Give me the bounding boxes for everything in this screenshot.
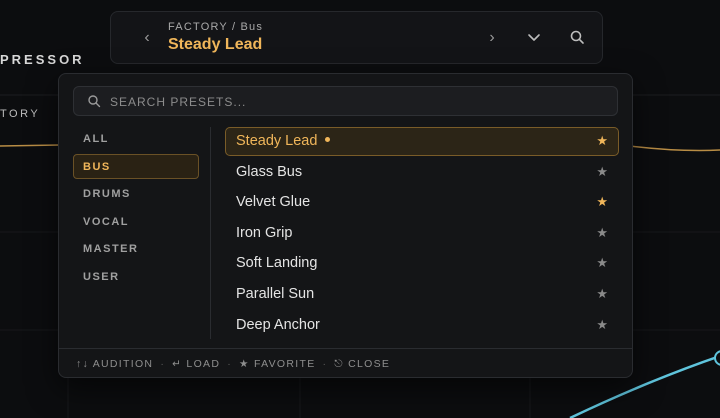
star-icon[interactable]: ★ [596, 317, 608, 333]
preset-row-soft-landing[interactable]: Soft Landing ★ [225, 249, 619, 278]
hint-close: ⎋ CLOSE [334, 358, 391, 370]
hint-favorite: ★ FAVORITE [239, 358, 316, 370]
curve-handle [714, 350, 720, 366]
chevron-down-icon[interactable] [526, 29, 542, 45]
plugin-title: PRESSOR [0, 52, 85, 67]
star-icon[interactable]: ★ [596, 164, 608, 180]
hint-load: ↵ LOAD [172, 358, 221, 370]
preset-browser-panel: ALL BUS DRUMS VOCAL MASTER USER Steady L… [58, 73, 633, 378]
section-label: TORY [0, 108, 41, 120]
preset-label: Glass Bus [236, 163, 303, 180]
preset-search-box[interactable] [73, 86, 618, 117]
preset-list: Steady Lead ★ Glass Bus ★ Velvet Glue ★ … [225, 127, 619, 341]
category-master[interactable]: MASTER [73, 236, 199, 261]
threshold-line-right [629, 145, 720, 152]
hint-separator: · [227, 358, 233, 370]
category-vocal[interactable]: VOCAL [73, 209, 199, 234]
star-icon[interactable]: ★ [596, 133, 608, 149]
panel-divider [210, 127, 211, 339]
preset-row-deep-anchor[interactable]: Deep Anchor ★ [225, 311, 619, 340]
preset-label: Soft Landing [236, 255, 318, 272]
preset-search-input[interactable] [108, 87, 612, 117]
preset-breadcrumb: FACTORY / Bus [168, 21, 264, 33]
preset-row-parallel-sun[interactable]: Parallel Sun ★ [225, 280, 619, 309]
keyboard-hints-footer: ↑↓ AUDITION · ↵ LOAD · ★ FAVORITE · ⎋ CLOSE [59, 348, 632, 378]
category-user[interactable]: USER [73, 264, 199, 289]
category-drums[interactable]: DRUMS [73, 181, 199, 206]
category-all[interactable]: ALL [73, 126, 199, 151]
category-list: ALL BUS DRUMS VOCAL MASTER USER [73, 126, 199, 291]
preset-row-steady-lead[interactable]: Steady Lead ★ [225, 127, 619, 156]
preset-label: Iron Grip [236, 224, 293, 241]
star-icon[interactable]: ★ [596, 225, 608, 241]
star-icon[interactable]: ★ [596, 286, 608, 302]
star-icon[interactable]: ★ [596, 194, 608, 210]
search-icon[interactable] [569, 29, 585, 45]
preset-label: Parallel Sun [236, 285, 315, 302]
current-preset-name[interactable]: Steady Lead [168, 36, 262, 54]
chevron-left-icon[interactable]: ‹ [139, 28, 155, 48]
category-bus[interactable]: BUS [73, 153, 199, 179]
preset-label: Steady Lead [236, 133, 331, 149]
preset-label: Deep Anchor [236, 316, 320, 333]
chevron-right-icon[interactable]: › [484, 28, 500, 48]
preset-row-glass-bus[interactable]: Glass Bus ★ [225, 158, 619, 187]
loaded-indicator-dot [325, 136, 331, 142]
keyboard-hints: ↑↓ AUDITION · ↵ LOAD · ★ FAVORITE · ⎋ CLOSE [76, 358, 390, 371]
hint-separator: · [160, 358, 166, 370]
preset-header-bar[interactable]: ‹ FACTORY / Bus Steady Lead › [110, 11, 603, 64]
preset-label: Velvet Glue [236, 194, 311, 211]
star-icon[interactable]: ★ [596, 255, 608, 271]
hint-separator: · [322, 358, 328, 370]
search-icon [88, 95, 101, 108]
hint-audition: ↑↓ AUDITION [76, 358, 154, 370]
preset-row-iron-grip[interactable]: Iron Grip ★ [225, 219, 619, 248]
threshold-line [0, 144, 61, 147]
preset-row-velvet-glue[interactable]: Velvet Glue ★ [225, 188, 619, 217]
